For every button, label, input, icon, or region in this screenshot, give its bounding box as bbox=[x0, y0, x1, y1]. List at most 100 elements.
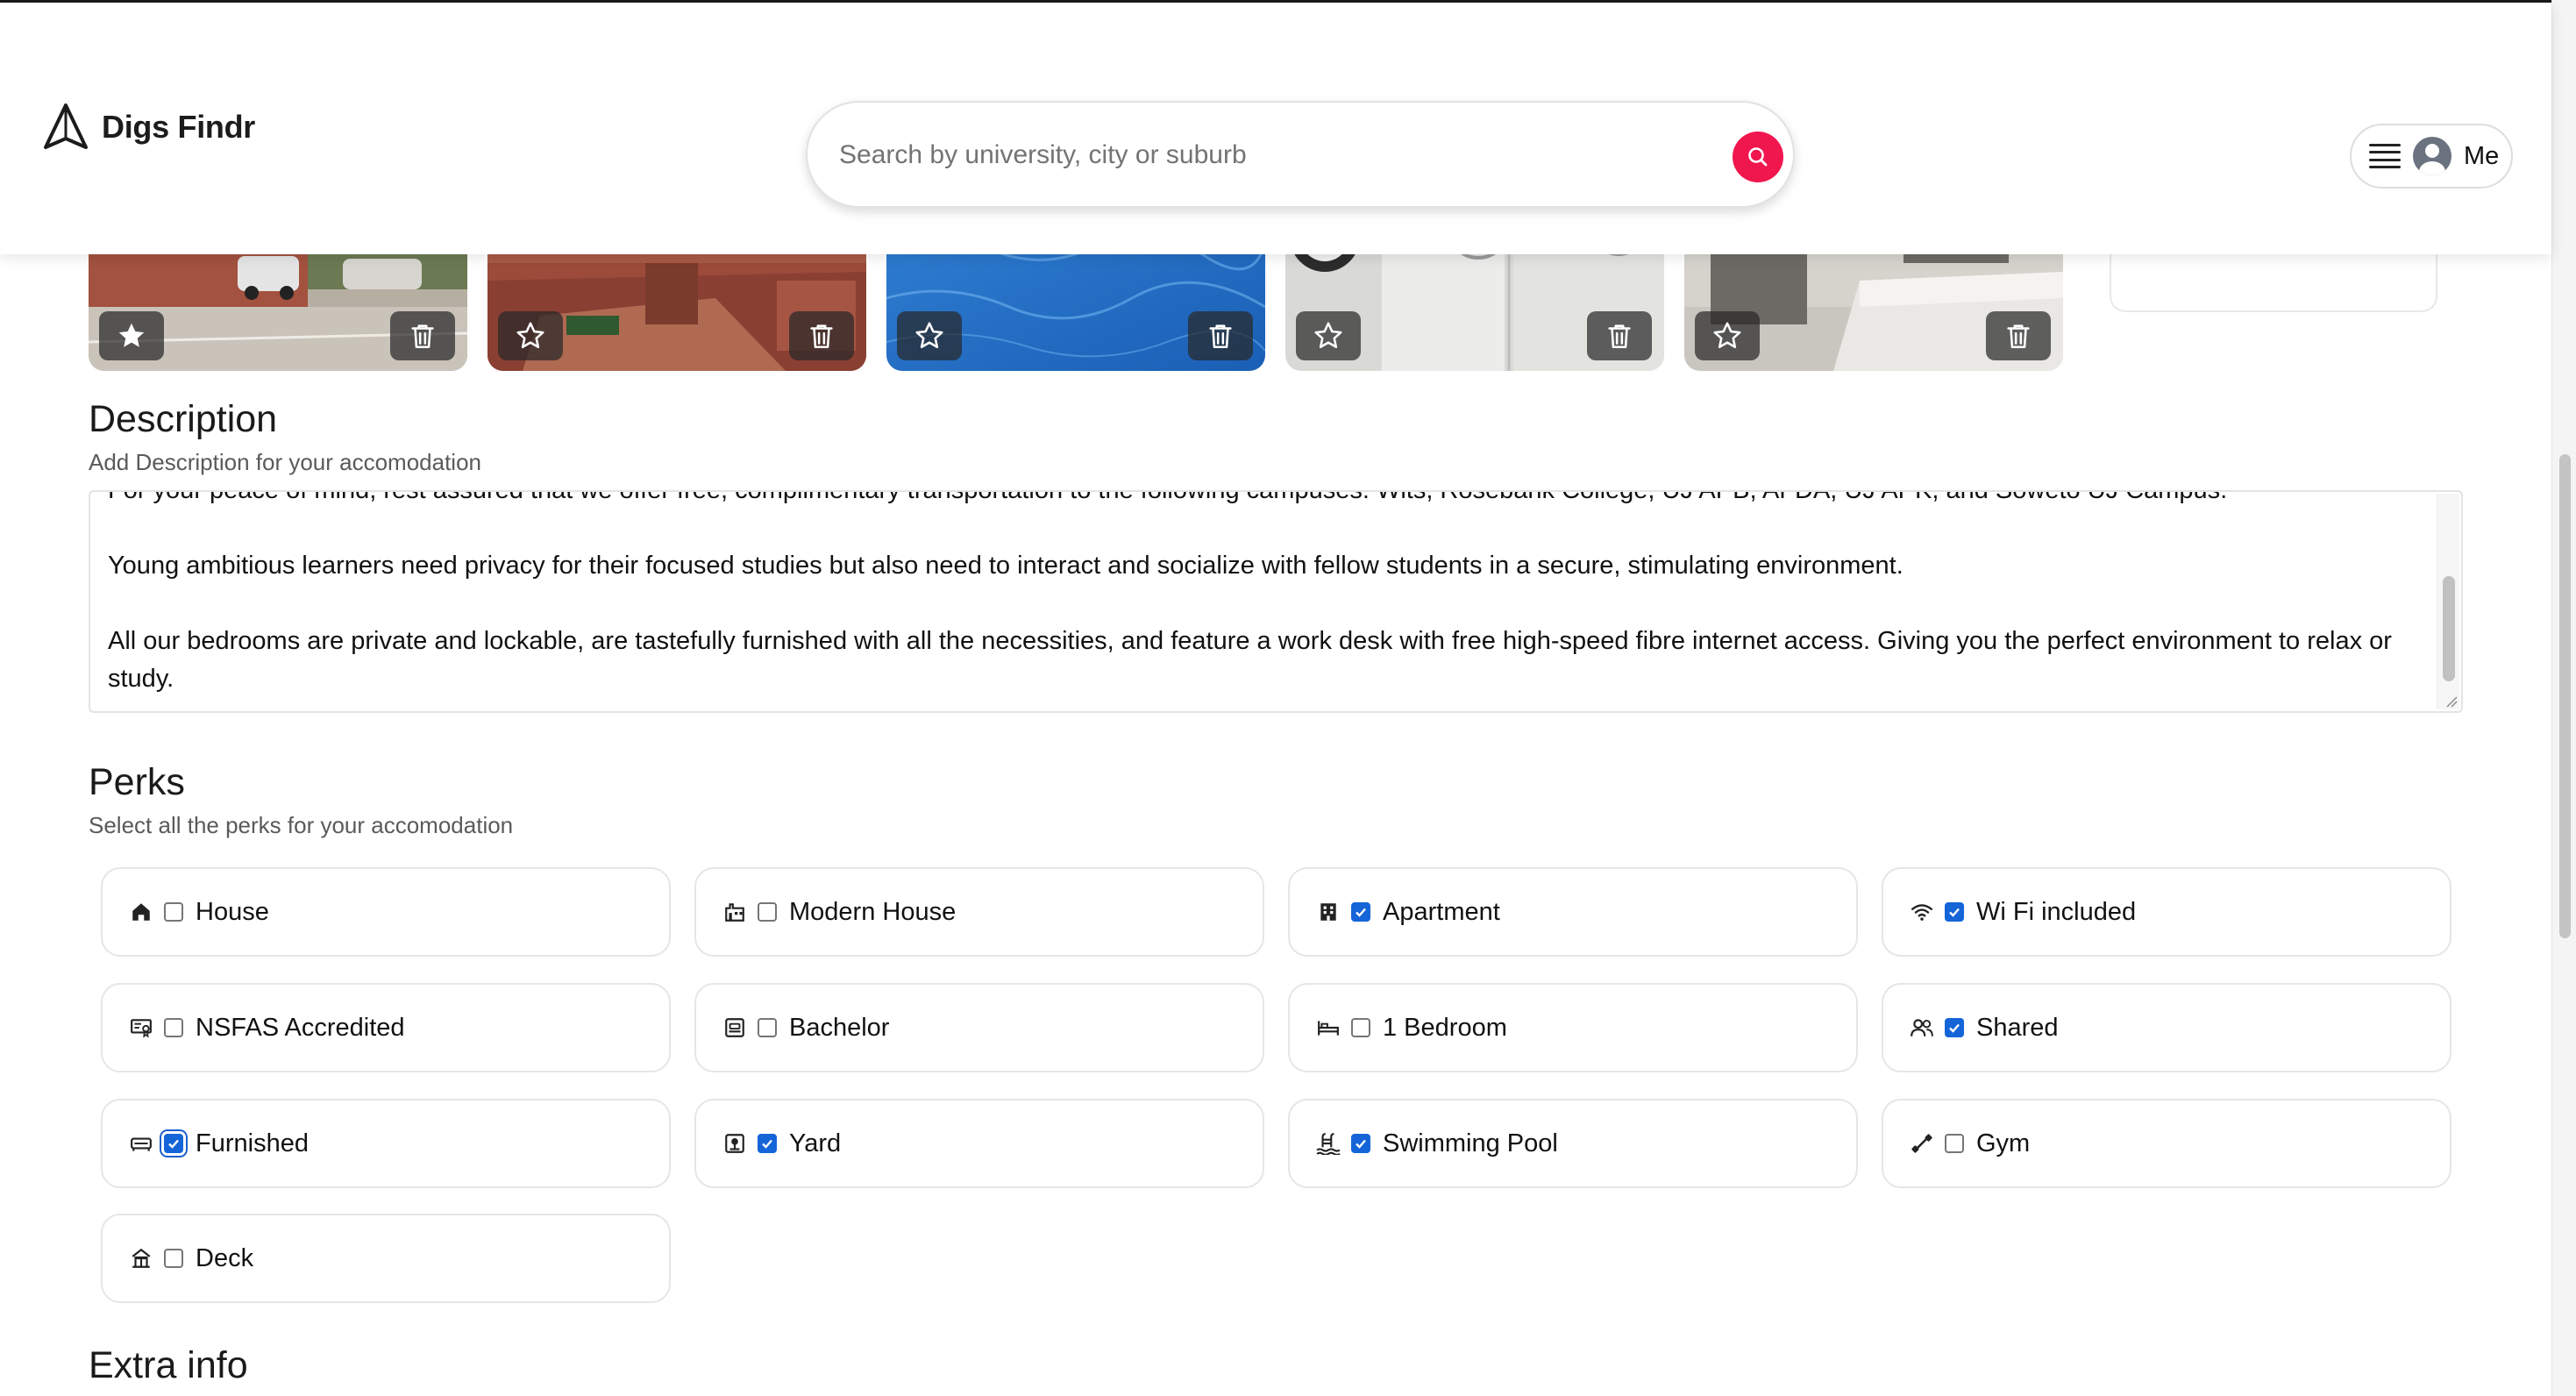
perk-swimming-pool[interactable]: Swimming Pool bbox=[1288, 1099, 1858, 1188]
perk-checkbox[interactable] bbox=[758, 1018, 777, 1037]
logo-icon bbox=[44, 103, 88, 149]
perk-checkbox-checked[interactable] bbox=[1351, 902, 1370, 922]
perk-modern-house[interactable]: Modern House bbox=[694, 867, 1264, 957]
delete-photo-button[interactable] bbox=[390, 311, 455, 360]
search-input[interactable] bbox=[839, 129, 1646, 182]
hamburger-menu-icon bbox=[2369, 144, 2401, 168]
perk-checkbox-checked[interactable] bbox=[1945, 1018, 1964, 1037]
perk-checkbox[interactable] bbox=[1945, 1134, 1964, 1153]
perk-shared[interactable]: Shared bbox=[1882, 983, 2451, 1072]
set-cover-photo-button[interactable] bbox=[1695, 311, 1760, 360]
perk-label: Deck bbox=[196, 1243, 254, 1272]
checkmark-icon bbox=[1356, 1139, 1366, 1149]
perk-checkbox[interactable] bbox=[164, 1018, 183, 1037]
checkmark-icon bbox=[762, 1139, 772, 1149]
perk-label: Swimming Pool bbox=[1383, 1129, 1558, 1157]
perk-checkbox[interactable] bbox=[1351, 1018, 1370, 1037]
perk-apartment[interactable]: Apartment bbox=[1288, 867, 1858, 957]
bachelor-icon bbox=[722, 1015, 747, 1040]
checkmark-icon bbox=[1949, 1023, 1960, 1033]
description-textarea[interactable]: For your peace of mind, rest assured tha… bbox=[89, 490, 2463, 713]
perk-label: Yard bbox=[789, 1129, 842, 1157]
perks-subtitle: Select all the perks for your accomodati… bbox=[89, 812, 514, 838]
page-scrollbar[interactable] bbox=[2551, 0, 2576, 1396]
perk-label: Bachelor bbox=[789, 1013, 890, 1042]
perk-checkbox-checked[interactable] bbox=[758, 1134, 777, 1153]
app-name: Digs Findr bbox=[102, 109, 255, 145]
description-text: For your peace of mind, rest assured tha… bbox=[108, 490, 2431, 711]
perk-label: NSFAS Accredited bbox=[196, 1013, 405, 1042]
search-button[interactable] bbox=[1733, 132, 1783, 182]
resize-handle-icon[interactable] bbox=[2444, 694, 2458, 708]
description-paragraph: For your peace of mind, rest assured tha… bbox=[108, 490, 2228, 504]
delete-photo-button[interactable] bbox=[789, 311, 854, 360]
search-bar[interactable] bbox=[806, 101, 1795, 208]
perks-heading: Perks bbox=[89, 761, 185, 803]
perk-deck[interactable]: Deck bbox=[101, 1214, 671, 1303]
modern-house-icon bbox=[722, 900, 747, 924]
star-outline-icon bbox=[1314, 322, 1342, 349]
perk-label: Modern House bbox=[789, 897, 957, 926]
perk-checkbox-checked[interactable] bbox=[1351, 1134, 1370, 1153]
user-menu-button[interactable]: Me bbox=[2350, 124, 2513, 189]
certificate-icon bbox=[129, 1015, 153, 1040]
perk-label: Apartment bbox=[1383, 897, 1500, 926]
perk-label: Gym bbox=[1976, 1129, 2031, 1157]
star-filled-icon bbox=[118, 323, 145, 347]
set-cover-photo-button[interactable] bbox=[99, 311, 164, 360]
trash-icon bbox=[1608, 324, 1631, 349]
description-subtitle: Add Description for your accomodation bbox=[89, 449, 482, 475]
description-heading: Description bbox=[89, 398, 278, 440]
sofa-icon bbox=[129, 1131, 153, 1156]
perk-label: Shared bbox=[1976, 1013, 2059, 1042]
set-cover-photo-button[interactable] bbox=[1296, 311, 1361, 360]
delete-photo-button[interactable] bbox=[1587, 311, 1652, 360]
set-cover-photo-button[interactable] bbox=[498, 311, 563, 360]
page-scrollbar-thumb[interactable] bbox=[2559, 454, 2571, 938]
users-icon bbox=[1910, 1015, 1934, 1040]
trash-icon bbox=[1209, 324, 1232, 349]
perk-label: House bbox=[196, 897, 269, 926]
checkmark-icon bbox=[1949, 908, 1960, 917]
checkmark-icon bbox=[168, 1139, 179, 1149]
perk-checkbox[interactable] bbox=[758, 902, 777, 922]
description-paragraph: All our bedrooms are private and lockabl… bbox=[108, 627, 2392, 693]
wifi-icon bbox=[1910, 900, 1934, 924]
textarea-scrollbar[interactable] bbox=[2437, 494, 2459, 709]
perk-label: 1 Bedroom bbox=[1383, 1013, 1507, 1042]
logo[interactable]: Digs Findr bbox=[42, 102, 255, 153]
bed-icon bbox=[1316, 1015, 1341, 1040]
delete-photo-button[interactable] bbox=[1986, 311, 2051, 360]
checkmark-icon bbox=[1356, 908, 1366, 917]
perk-label: Furnished bbox=[196, 1129, 309, 1157]
textarea-scrollbar-thumb[interactable] bbox=[2443, 576, 2455, 681]
extra-info-heading: Extra info bbox=[89, 1344, 248, 1386]
perk-furnished[interactable]: Furnished bbox=[101, 1099, 671, 1188]
apartment-building-icon bbox=[1316, 900, 1341, 924]
delete-photo-button[interactable] bbox=[1188, 311, 1253, 360]
perk-house[interactable]: House bbox=[101, 867, 671, 957]
perk-wifi-included[interactable]: Wi Fi included bbox=[1882, 867, 2451, 957]
site-header: Digs Findr Me bbox=[0, 3, 2551, 254]
perk-nsfas-accredited[interactable]: NSFAS Accredited bbox=[101, 983, 671, 1072]
perk-1-bedroom[interactable]: 1 Bedroom bbox=[1288, 983, 1858, 1072]
trash-icon bbox=[810, 324, 833, 349]
search-icon bbox=[1748, 147, 1768, 167]
description-paragraph: Young ambitious learners need privacy fo… bbox=[108, 552, 1904, 580]
perk-yard[interactable]: Yard bbox=[694, 1099, 1264, 1188]
deck-icon bbox=[129, 1246, 153, 1271]
perk-bachelor[interactable]: Bachelor bbox=[694, 983, 1264, 1072]
perk-checkbox[interactable] bbox=[164, 902, 183, 922]
house-icon bbox=[129, 900, 153, 924]
trash-icon bbox=[2007, 324, 2030, 349]
perk-gym[interactable]: Gym bbox=[1882, 1099, 2451, 1188]
avatar bbox=[2413, 137, 2451, 175]
perk-checkbox[interactable] bbox=[164, 1249, 183, 1268]
perk-label: Wi Fi included bbox=[1976, 897, 2137, 926]
set-cover-photo-button[interactable] bbox=[897, 311, 962, 360]
dumbbell-icon bbox=[1910, 1131, 1934, 1156]
perk-checkbox-checked[interactable] bbox=[1945, 902, 1964, 922]
user-menu-label: Me bbox=[2464, 141, 2500, 170]
perk-checkbox-checked[interactable] bbox=[164, 1134, 183, 1153]
star-outline-icon bbox=[915, 322, 943, 349]
